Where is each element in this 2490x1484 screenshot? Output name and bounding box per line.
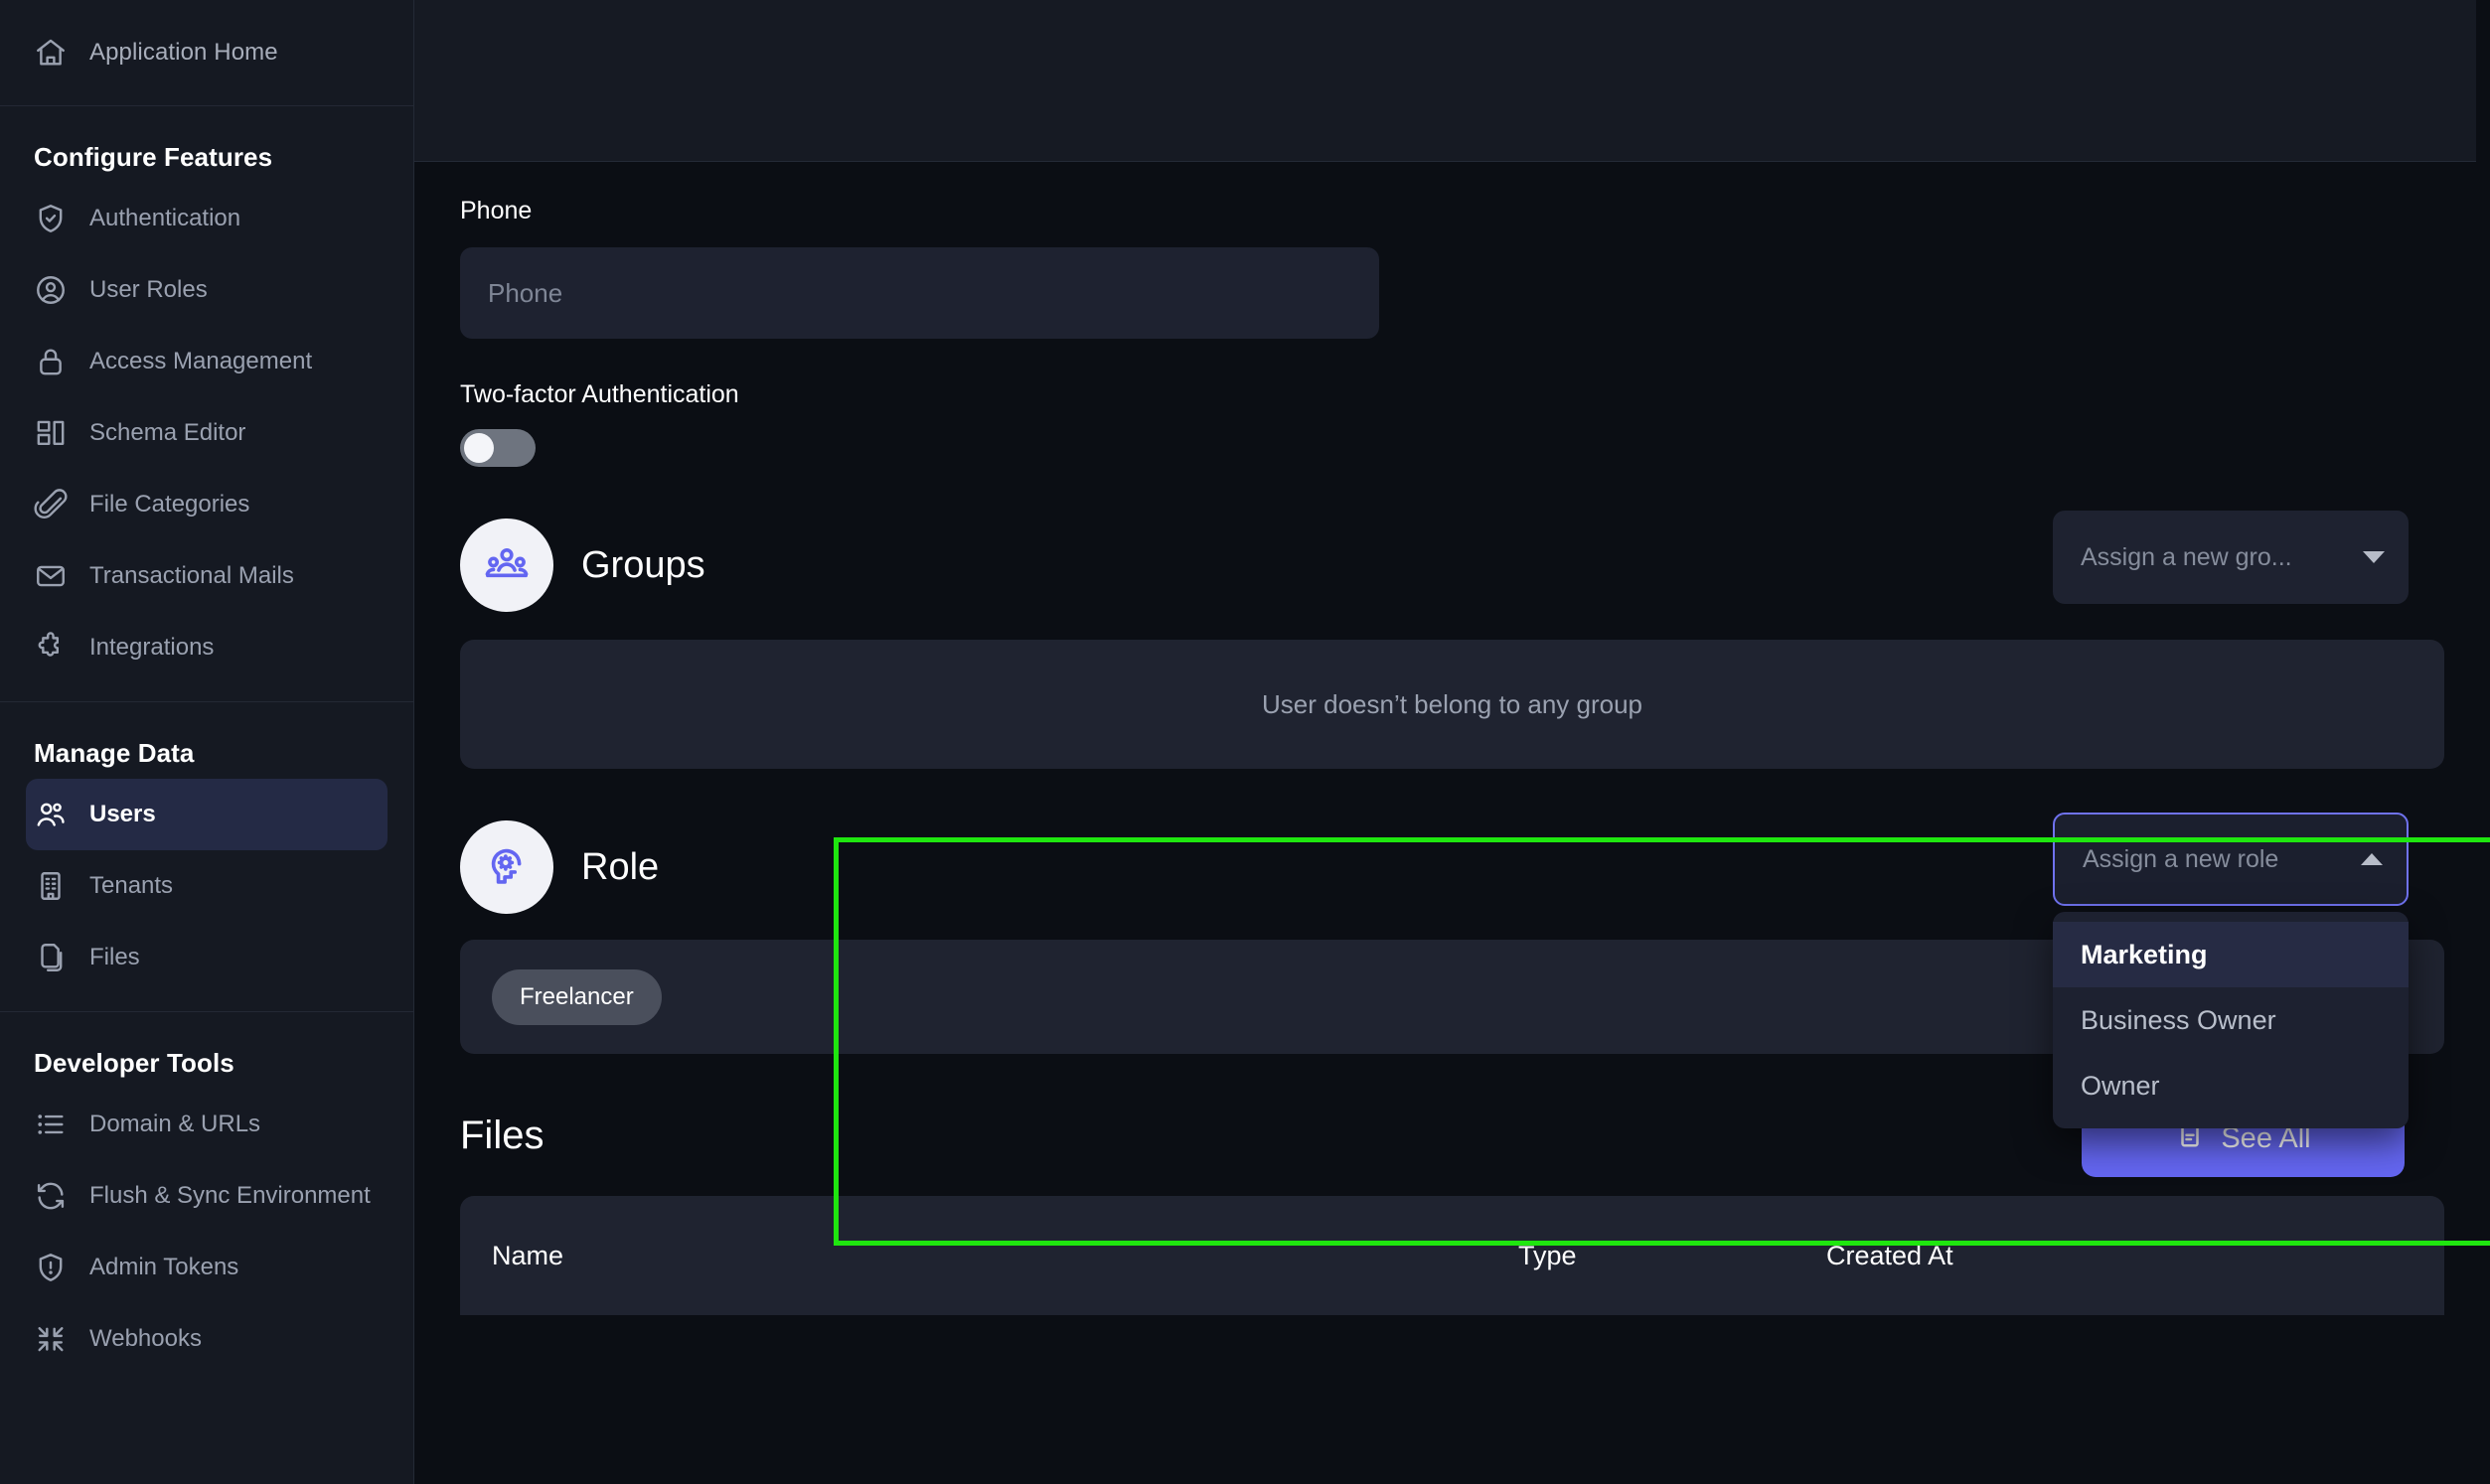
role-option-owner[interactable]: Owner <box>2053 1053 2409 1118</box>
sidebar-item-label: Access Management <box>89 348 313 374</box>
assign-group-placeholder: Assign a new gro... <box>2081 542 2292 571</box>
sidebar-item-access-management[interactable]: Access Management <box>26 326 388 397</box>
sidebar-item-schema-editor[interactable]: Schema Editor <box>26 397 388 469</box>
sidebar-group-title: Developer Tools <box>34 1048 234 1078</box>
sidebar-item-authentication[interactable]: Authentication <box>26 183 388 254</box>
role-dropdown-menu: Marketing Business Owner Owner <box>2053 912 2409 1128</box>
sidebar-group-manage-data: Manage Data Users Tenants Files <box>0 702 413 1011</box>
role-option-label: Marketing <box>2081 939 2208 969</box>
sidebar-group-developer-tools: Developer Tools Domain & URLs Flush & Sy… <box>0 1012 413 1393</box>
sidebar-item-label: Application Home <box>89 39 278 66</box>
puzzle-icon <box>34 631 68 665</box>
sidebar-item-integrations[interactable]: Integrations <box>26 612 388 683</box>
sidebar-item-transactional-mails[interactable]: Transactional Mails <box>26 540 388 612</box>
role-chip-freelancer[interactable]: Freelancer <box>492 968 662 1025</box>
users-icon <box>34 798 68 831</box>
sidebar-item-user-roles[interactable]: User Roles <box>26 254 388 326</box>
sidebar-item-tenants[interactable]: Tenants <box>26 850 388 922</box>
sidebar-item-label: Schema Editor <box>89 419 246 446</box>
shield-alert-icon <box>34 1251 68 1284</box>
list-icon <box>34 1108 68 1141</box>
sidebar-group-title: Configure Features <box>34 142 273 172</box>
role-option-marketing[interactable]: Marketing <box>2053 922 2409 987</box>
sidebar-item-application-home[interactable]: Application Home <box>0 0 413 105</box>
lock-icon <box>34 345 68 378</box>
sidebar-item-flush-and-sync-environment[interactable]: Flush & Sync Environment <box>26 1160 388 1232</box>
sidebar-item-label: Integrations <box>89 634 215 661</box>
assign-group-select[interactable]: Assign a new gro... <box>2053 511 2409 604</box>
sidebar: Application Home Configure Features Auth… <box>0 0 414 1484</box>
sidebar-item-files[interactable]: Files <box>26 922 388 993</box>
sidebar-item-label: File Categories <box>89 491 250 518</box>
sidebar-item-users[interactable]: Users <box>26 779 388 850</box>
files-icon <box>34 941 68 974</box>
user-detail-form: Phone Two-factor Authentication Groups A… <box>414 162 2490 1315</box>
assign-group-control: Assign a new gro... <box>2053 511 2409 604</box>
role-option-label: Owner <box>2081 1070 2160 1101</box>
user-circle-icon <box>34 273 68 307</box>
sidebar-item-label: Tenants <box>89 872 174 899</box>
sidebar-item-webhooks[interactable]: Webhooks <box>26 1303 388 1375</box>
sidebar-group-configure-features: Configure Features Authentication User R… <box>0 106 413 701</box>
column-header-type: Type <box>1518 1240 1577 1270</box>
refresh-icon <box>34 1179 68 1213</box>
app-root: Application Home Configure Features Auth… <box>0 0 2490 1484</box>
envelope-icon <box>34 559 68 593</box>
groups-empty-message: User doesn’t belong to any group <box>1261 688 1643 719</box>
vertical-scrollbar[interactable] <box>2476 0 2490 1484</box>
column-header-created-at: Created At <box>1826 1240 1953 1270</box>
role-option-business-owner[interactable]: Business Owner <box>2053 987 2409 1053</box>
phone-label: Phone <box>460 197 533 224</box>
sidebar-item-label: Authentication <box>89 205 241 231</box>
sidebar-item-label: Users <box>89 801 156 827</box>
sidebar-item-label: Files <box>89 944 140 970</box>
sidebar-item-label: Webhooks <box>89 1325 202 1352</box>
role-title: Role <box>581 845 660 888</box>
sidebar-item-label: Domain & URLs <box>89 1111 261 1137</box>
paperclip-icon <box>34 488 68 521</box>
phone-input[interactable] <box>460 247 1379 339</box>
chevron-up-icon <box>2361 853 2383 865</box>
top-bar <box>414 0 2490 162</box>
column-header-name: Name <box>492 1240 564 1270</box>
home-icon <box>34 36 68 70</box>
assign-role-placeholder: Assign a new role <box>2083 844 2279 873</box>
groups-empty-panel: User doesn’t belong to any group <box>460 640 2444 769</box>
chevron-down-icon <box>2363 551 2385 563</box>
toggle-knob <box>464 433 494 463</box>
collapse-arrows-icon <box>34 1322 68 1356</box>
files-table-header: Name Type Created At <box>460 1196 2444 1315</box>
sidebar-item-admin-tokens[interactable]: Admin Tokens <box>26 1232 388 1303</box>
groups-title: Groups <box>581 543 705 586</box>
sidebar-item-domain-and-urls[interactable]: Domain & URLs <box>26 1089 388 1160</box>
sidebar-item-file-categories[interactable]: File Categories <box>26 469 388 540</box>
role-option-label: Business Owner <box>2081 1004 2276 1035</box>
assign-role-select[interactable]: Assign a new role <box>2053 813 2409 906</box>
layout-blocks-icon <box>34 416 68 450</box>
sidebar-group-title: Manage Data <box>34 738 195 768</box>
building-icon <box>34 869 68 903</box>
role-section: Role Assign a new role Marketing Busines… <box>414 769 2490 1128</box>
sidebar-item-label: User Roles <box>89 276 208 303</box>
main-content: Phone Two-factor Authentication Groups A… <box>414 0 2490 1484</box>
two-factor-toggle[interactable] <box>460 429 536 467</box>
head-gear-icon <box>460 820 553 914</box>
sidebar-item-label: Transactional Mails <box>89 562 294 589</box>
groups-section: Groups Assign a new gro... <box>414 467 2490 612</box>
sidebar-item-label: Admin Tokens <box>89 1254 239 1280</box>
two-factor-label: Two-factor Authentication <box>460 380 739 408</box>
shield-check-icon <box>34 202 68 235</box>
assign-role-control: Assign a new role Marketing Business Own… <box>2053 813 2409 1128</box>
group-people-icon <box>460 519 553 612</box>
sidebar-item-label: Flush & Sync Environment <box>89 1182 371 1209</box>
